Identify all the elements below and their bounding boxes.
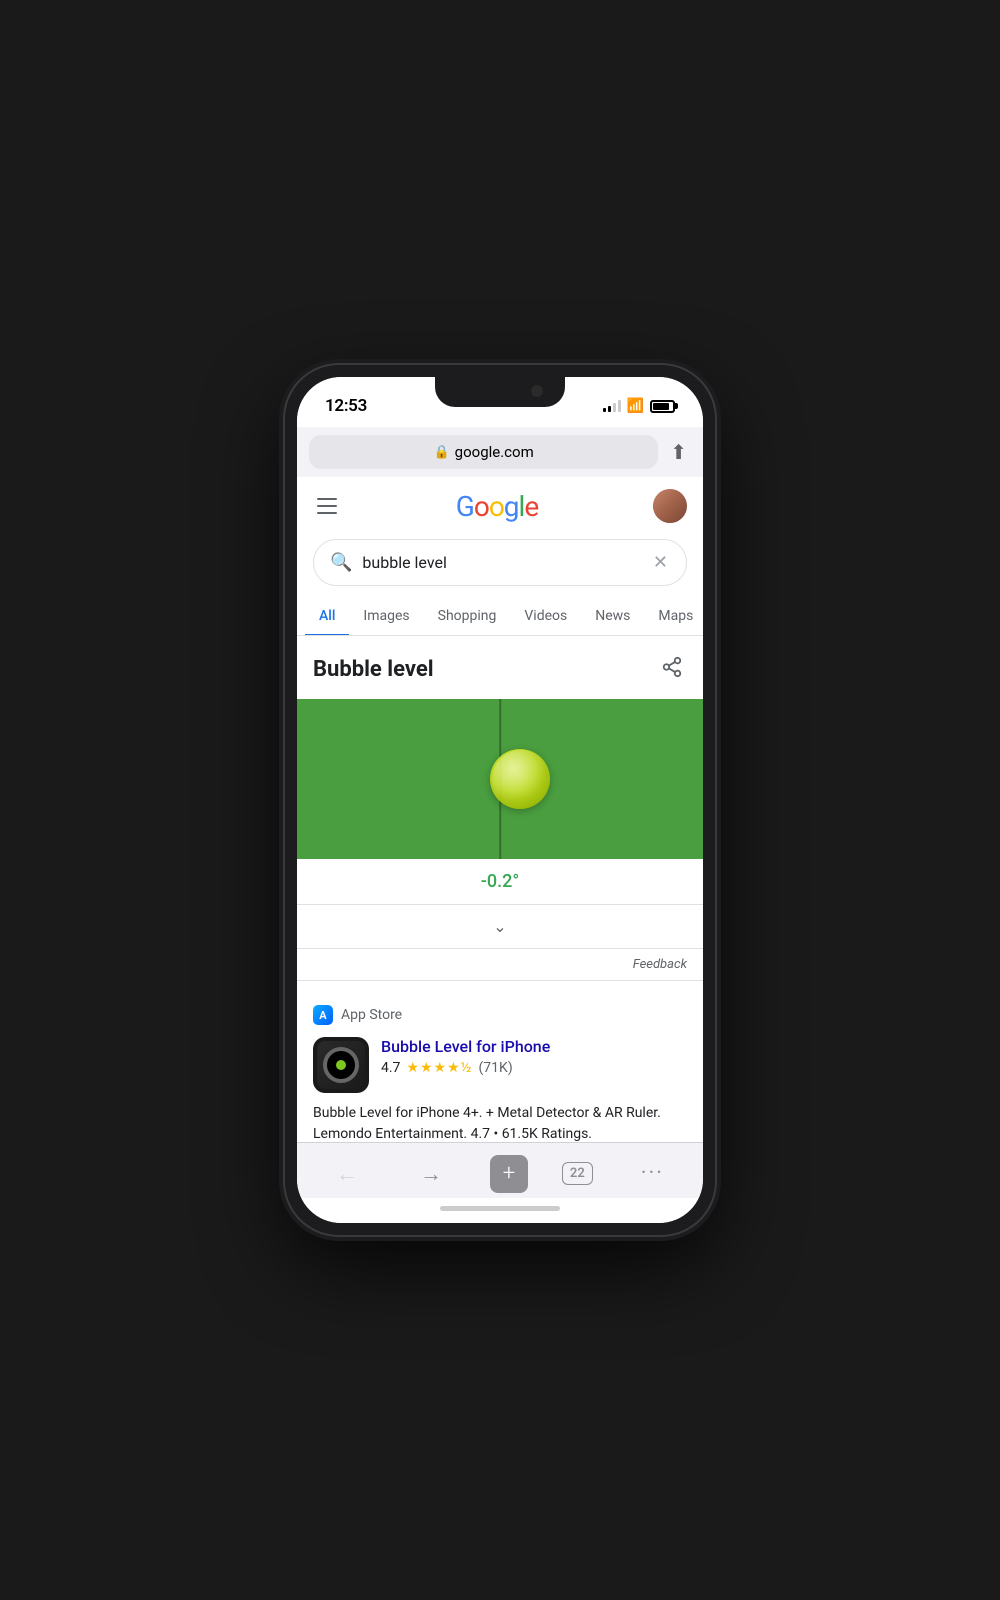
tabs-count: 22	[570, 1166, 585, 1181]
add-tab-button[interactable]: +	[490, 1155, 528, 1193]
app-stars: ★★★★½	[406, 1060, 472, 1076]
search-tabs: All Images Shopping Videos News Maps B	[297, 598, 703, 636]
tab-maps[interactable]: Maps	[644, 598, 703, 636]
bubble-level-display[interactable]	[297, 699, 703, 859]
feedback-label[interactable]: Feedback	[297, 949, 703, 980]
tab-shopping[interactable]: Shopping	[424, 598, 511, 636]
front-camera	[531, 385, 543, 397]
status-bar: 12:53 📶	[297, 377, 703, 427]
app-details: Bubble Level for iPhone 4.7 ★★★★½ (71K)	[381, 1037, 687, 1093]
hamburger-menu[interactable]	[313, 494, 341, 518]
browser-bar: 🔒 google.com ⬆	[297, 427, 703, 477]
expand-button[interactable]: ⌄	[297, 905, 703, 949]
home-bar	[440, 1206, 560, 1211]
clear-search-button[interactable]: ✕	[651, 550, 670, 575]
home-indicator	[297, 1198, 703, 1223]
forward-button[interactable]: →	[406, 1155, 456, 1193]
share-icon[interactable]: ⬆	[666, 436, 691, 468]
more-button[interactable]: ···	[627, 1155, 678, 1192]
widget-share-button[interactable]	[657, 652, 687, 687]
tab-videos[interactable]: Videos	[510, 598, 581, 636]
app-icon-bubble	[323, 1047, 359, 1083]
app-source: A App Store	[313, 1005, 687, 1025]
status-time: 12:53	[325, 396, 367, 416]
tab-news[interactable]: News	[581, 598, 644, 636]
tab-all[interactable]: All	[305, 598, 349, 636]
bubble-level-widget: Bubble level -0.2° ⌄	[297, 636, 703, 981]
url-text: google.com	[455, 443, 534, 461]
status-icons: 📶	[603, 398, 675, 414]
app-title[interactable]: Bubble Level for iPhone	[381, 1037, 687, 1056]
back-button[interactable]: ←	[322, 1155, 372, 1193]
tab-images[interactable]: Images	[349, 598, 423, 636]
notch	[435, 377, 565, 407]
search-bar[interactable]: 🔍 bubble level ✕	[313, 539, 687, 586]
bottom-nav: ← → + 22 ···	[297, 1142, 703, 1198]
battery-icon	[650, 400, 675, 413]
back-icon: ←	[336, 1161, 358, 1187]
phone-device: 12:53 📶 🔒 google.com ⬆	[285, 365, 715, 1235]
search-query[interactable]: bubble level	[362, 553, 640, 572]
app-store-icon: A	[313, 1005, 333, 1025]
app-store-result: A App Store Bubble Level for iPhone 4.7	[297, 989, 703, 1142]
widget-title: Bubble level	[313, 657, 434, 682]
tabs-button[interactable]: 22	[562, 1162, 593, 1185]
url-bar[interactable]: 🔒 google.com	[309, 435, 658, 469]
avatar[interactable]	[653, 489, 687, 523]
more-icon: ···	[641, 1161, 664, 1186]
lock-icon: 🔒	[433, 445, 449, 460]
app-rating-row: 4.7 ★★★★½ (71K)	[381, 1060, 687, 1076]
battery-fill	[653, 403, 669, 410]
bubble-indicator	[490, 749, 550, 809]
widget-header: Bubble level	[297, 636, 703, 699]
bubble-reading: -0.2°	[297, 859, 703, 905]
google-header: Google	[297, 477, 703, 535]
forward-icon: →	[420, 1161, 442, 1187]
app-source-label: App Store	[341, 1007, 402, 1023]
search-icon: 🔍	[330, 552, 352, 573]
content-area[interactable]: Google 🔍 bubble level ✕ All Images Shopp…	[297, 477, 703, 1142]
app-info-row: Bubble Level for iPhone 4.7 ★★★★½ (71K)	[313, 1037, 687, 1093]
google-logo: Google	[456, 490, 538, 523]
add-icon: +	[503, 1161, 515, 1186]
phone-screen: 12:53 📶 🔒 google.com ⬆	[297, 377, 703, 1223]
signal-icon	[603, 400, 621, 412]
app-reviews: (71K)	[479, 1060, 513, 1076]
app-rating: 4.7	[381, 1060, 400, 1076]
app-description: Bubble Level for iPhone 4+. + Metal Dete…	[313, 1103, 687, 1142]
app-icon	[313, 1037, 369, 1093]
wifi-icon: 📶	[627, 398, 644, 414]
